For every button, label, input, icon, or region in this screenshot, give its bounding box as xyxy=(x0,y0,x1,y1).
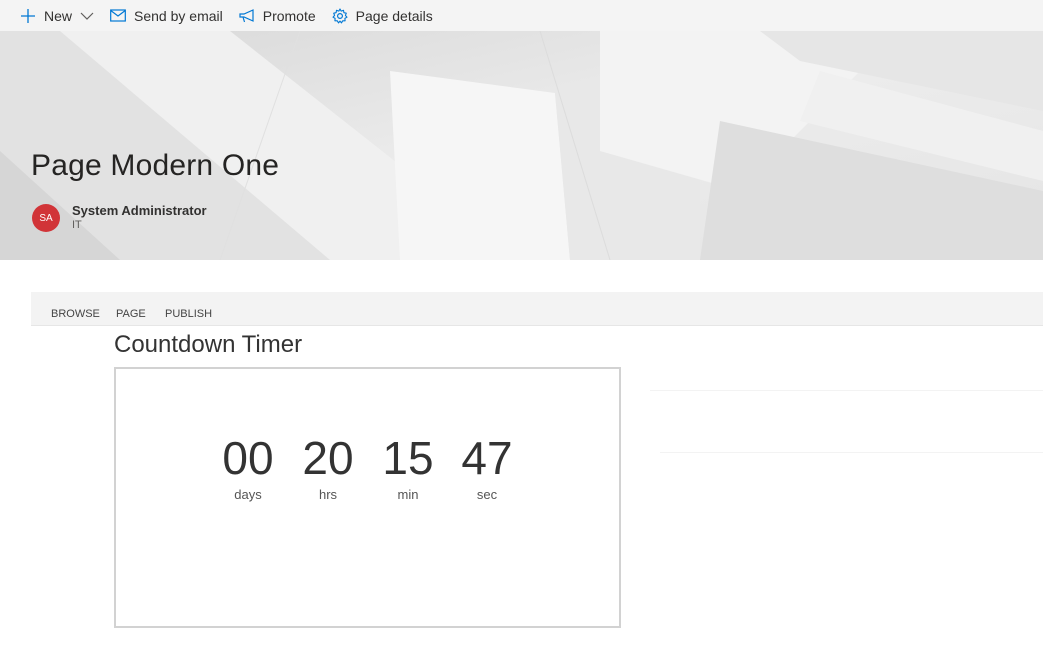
promote-button[interactable]: Promote xyxy=(239,3,316,29)
countdown-seconds-label: sec xyxy=(476,487,498,502)
tab-browse[interactable]: BROWSE xyxy=(51,308,100,320)
command-bar: New Send by email Promote Page details xyxy=(0,0,1043,31)
plus-icon xyxy=(20,8,36,24)
divider xyxy=(650,390,1043,391)
page-title: Page Modern One xyxy=(31,149,280,182)
page-details-button[interactable]: Page details xyxy=(332,3,433,29)
countdown-hours: 20 hrs xyxy=(288,431,368,502)
countdown-minutes: 15 min xyxy=(368,431,448,502)
author-department: IT xyxy=(72,219,82,231)
mail-icon xyxy=(110,9,126,22)
author-byline[interactable]: SA System Administrator IT xyxy=(32,203,207,233)
gear-icon xyxy=(332,7,348,24)
countdown-seconds-value: 47 xyxy=(461,432,513,484)
ribbon-tabs: BROWSE PAGE PUBLISH xyxy=(31,292,1043,326)
page-header-banner: Page Modern One SA System Administrator … xyxy=(0,31,1043,260)
countdown-timer: 00 days 20 hrs 15 min 47 sec xyxy=(114,367,621,628)
new-button[interactable]: New xyxy=(20,3,94,29)
tab-page[interactable]: PAGE xyxy=(116,308,146,320)
countdown-minutes-label: min xyxy=(397,487,419,502)
promote-label: Promote xyxy=(262,7,316,24)
send-by-email-label: Send by email xyxy=(134,7,223,24)
countdown-days-value: 00 xyxy=(222,432,274,484)
avatar[interactable]: SA xyxy=(32,204,60,232)
page-details-label: Page details xyxy=(355,7,433,24)
send-by-email-button[interactable]: Send by email xyxy=(110,3,223,29)
chevron-down-icon[interactable] xyxy=(80,11,94,21)
countdown-hours-label: hrs xyxy=(318,487,338,502)
megaphone-icon xyxy=(239,8,255,23)
author-details: System Administrator IT xyxy=(72,203,207,233)
new-button-label: New xyxy=(44,7,73,24)
webpart-title: Countdown Timer xyxy=(114,331,303,358)
divider xyxy=(660,452,1043,453)
countdown-seconds: 47 sec xyxy=(447,431,527,502)
countdown-days: 00 days xyxy=(208,431,288,502)
countdown-days-label: days xyxy=(234,487,262,502)
countdown-hours-value: 20 xyxy=(302,432,354,484)
author-name[interactable]: System Administrator xyxy=(72,203,207,218)
tab-publish[interactable]: PUBLISH xyxy=(165,308,212,320)
countdown-minutes-value: 15 xyxy=(382,432,434,484)
